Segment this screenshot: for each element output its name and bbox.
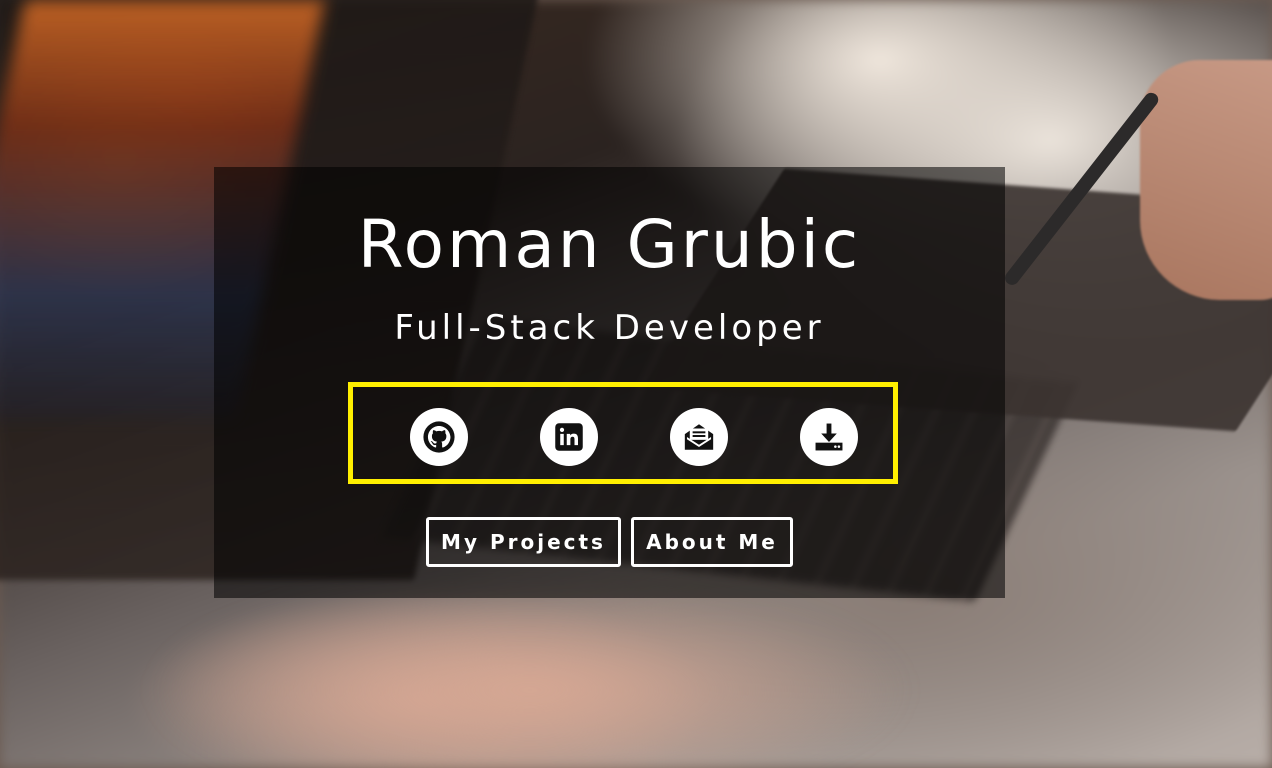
about-me-button[interactable]: About Me [631,517,793,567]
download-link[interactable] [800,408,858,466]
social-links [348,382,898,484]
hero-name: Roman Grubic [357,206,862,283]
background-blur [150,580,910,768]
my-projects-button[interactable]: My Projects [426,517,621,567]
background-hand [1140,60,1272,300]
hero-role: Full-Stack Developer [394,308,825,348]
email-link[interactable] [670,408,728,466]
linkedin-icon [554,422,584,452]
download-icon [812,420,846,454]
hero-section: Roman Grubic Full-Stack Developer My Pro… [0,0,1272,768]
github-link[interactable] [410,408,468,466]
linkedin-link[interactable] [540,408,598,466]
github-icon [422,420,456,454]
email-icon [682,420,716,454]
intro-panel: Roman Grubic Full-Stack Developer My Pro… [214,167,1005,598]
